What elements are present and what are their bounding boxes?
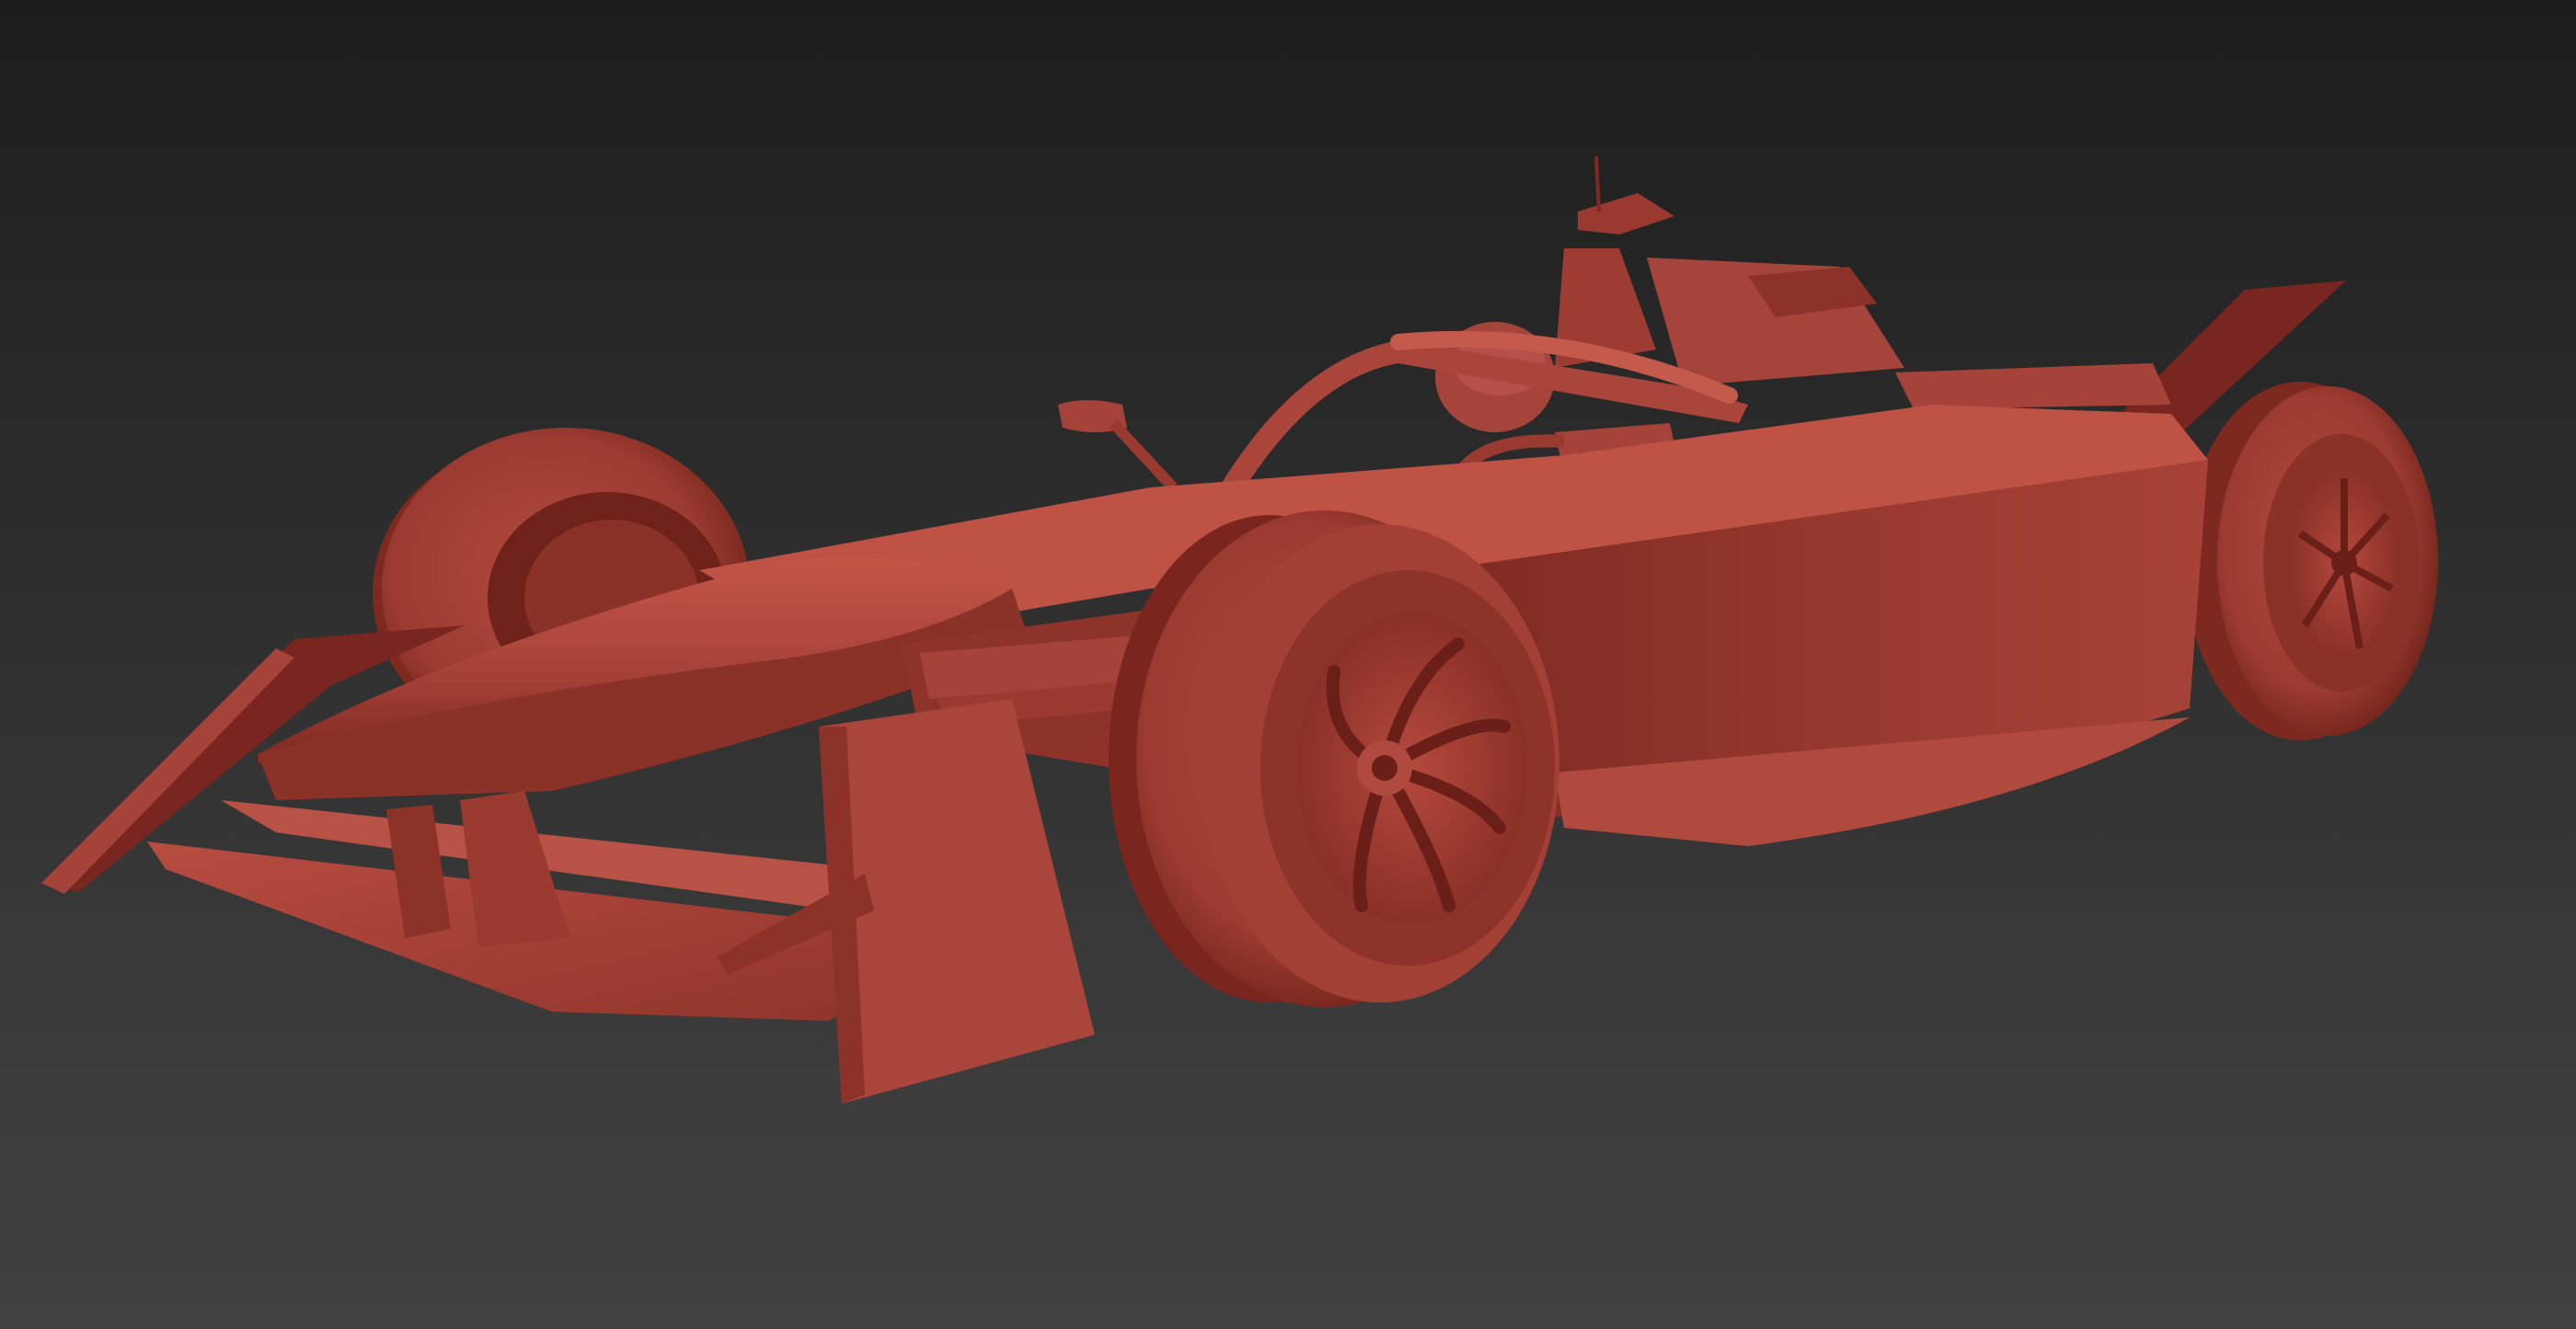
car-render: [41, 155, 2438, 1104]
3d-viewport[interactable]: [0, 0, 2576, 1329]
front-wheel-near: [1109, 510, 1559, 1007]
mirror-left: [1058, 400, 1178, 492]
rear-wheel-far: [2185, 382, 2438, 740]
